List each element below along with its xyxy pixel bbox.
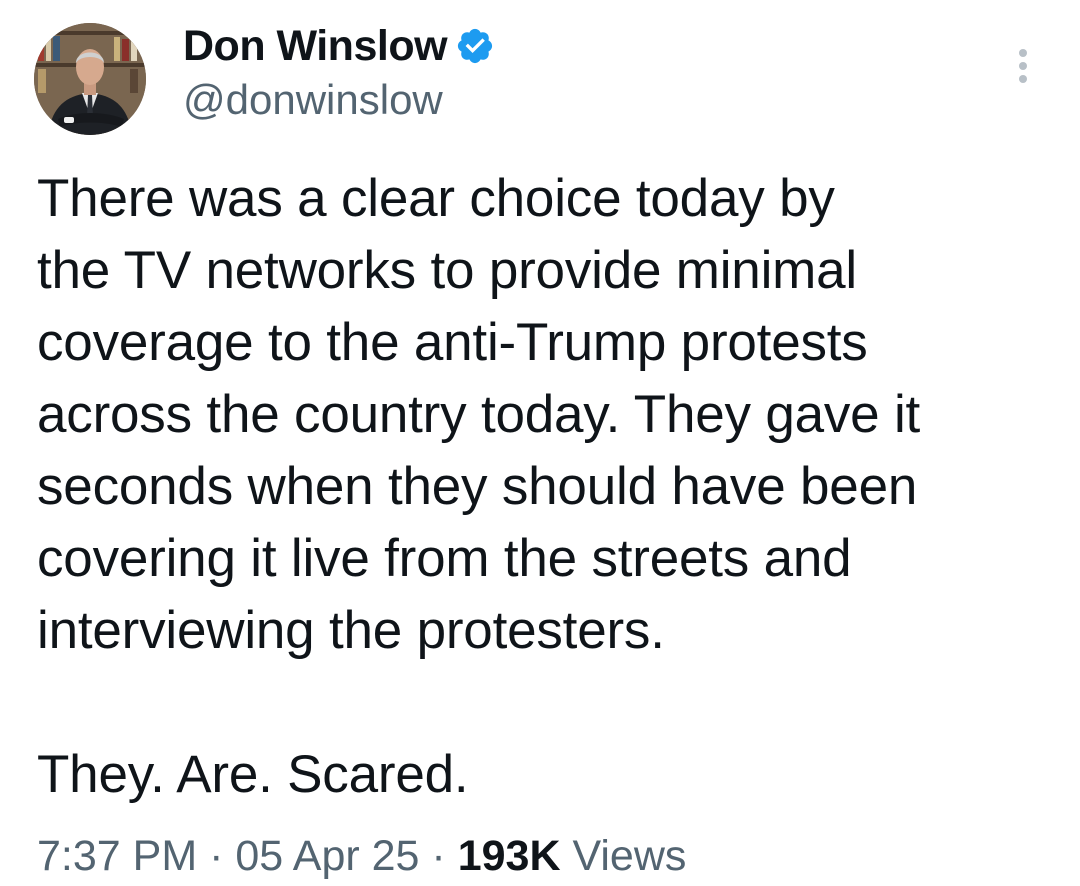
meta-separator: ·: [209, 832, 224, 880]
tweet-meta: 7:37 PM · 05 Apr 25 · 193K Views: [37, 826, 686, 886]
tweet-card: Don Winslow @donwinslow There was a clea…: [0, 0, 1080, 880]
meta-separator: ·: [431, 832, 446, 880]
tweet-date[interactable]: 05 Apr 25: [235, 832, 419, 880]
tweet-text: There was a clear choice today by the TV…: [37, 169, 921, 804]
views-label: Views: [572, 832, 687, 880]
more-vertical-icon[interactable]: [1006, 44, 1040, 92]
author-display-name[interactable]: Don Winslow: [183, 22, 448, 71]
tweet-time[interactable]: 7:37 PM: [37, 832, 197, 880]
avatar[interactable]: [34, 23, 146, 135]
author-name-row[interactable]: Don Winslow: [183, 18, 495, 74]
author-handle[interactable]: @donwinslow: [183, 76, 443, 124]
verified-badge-icon: [455, 26, 495, 66]
avatar-photo: [34, 23, 146, 135]
views-count[interactable]: 193K: [458, 832, 561, 880]
